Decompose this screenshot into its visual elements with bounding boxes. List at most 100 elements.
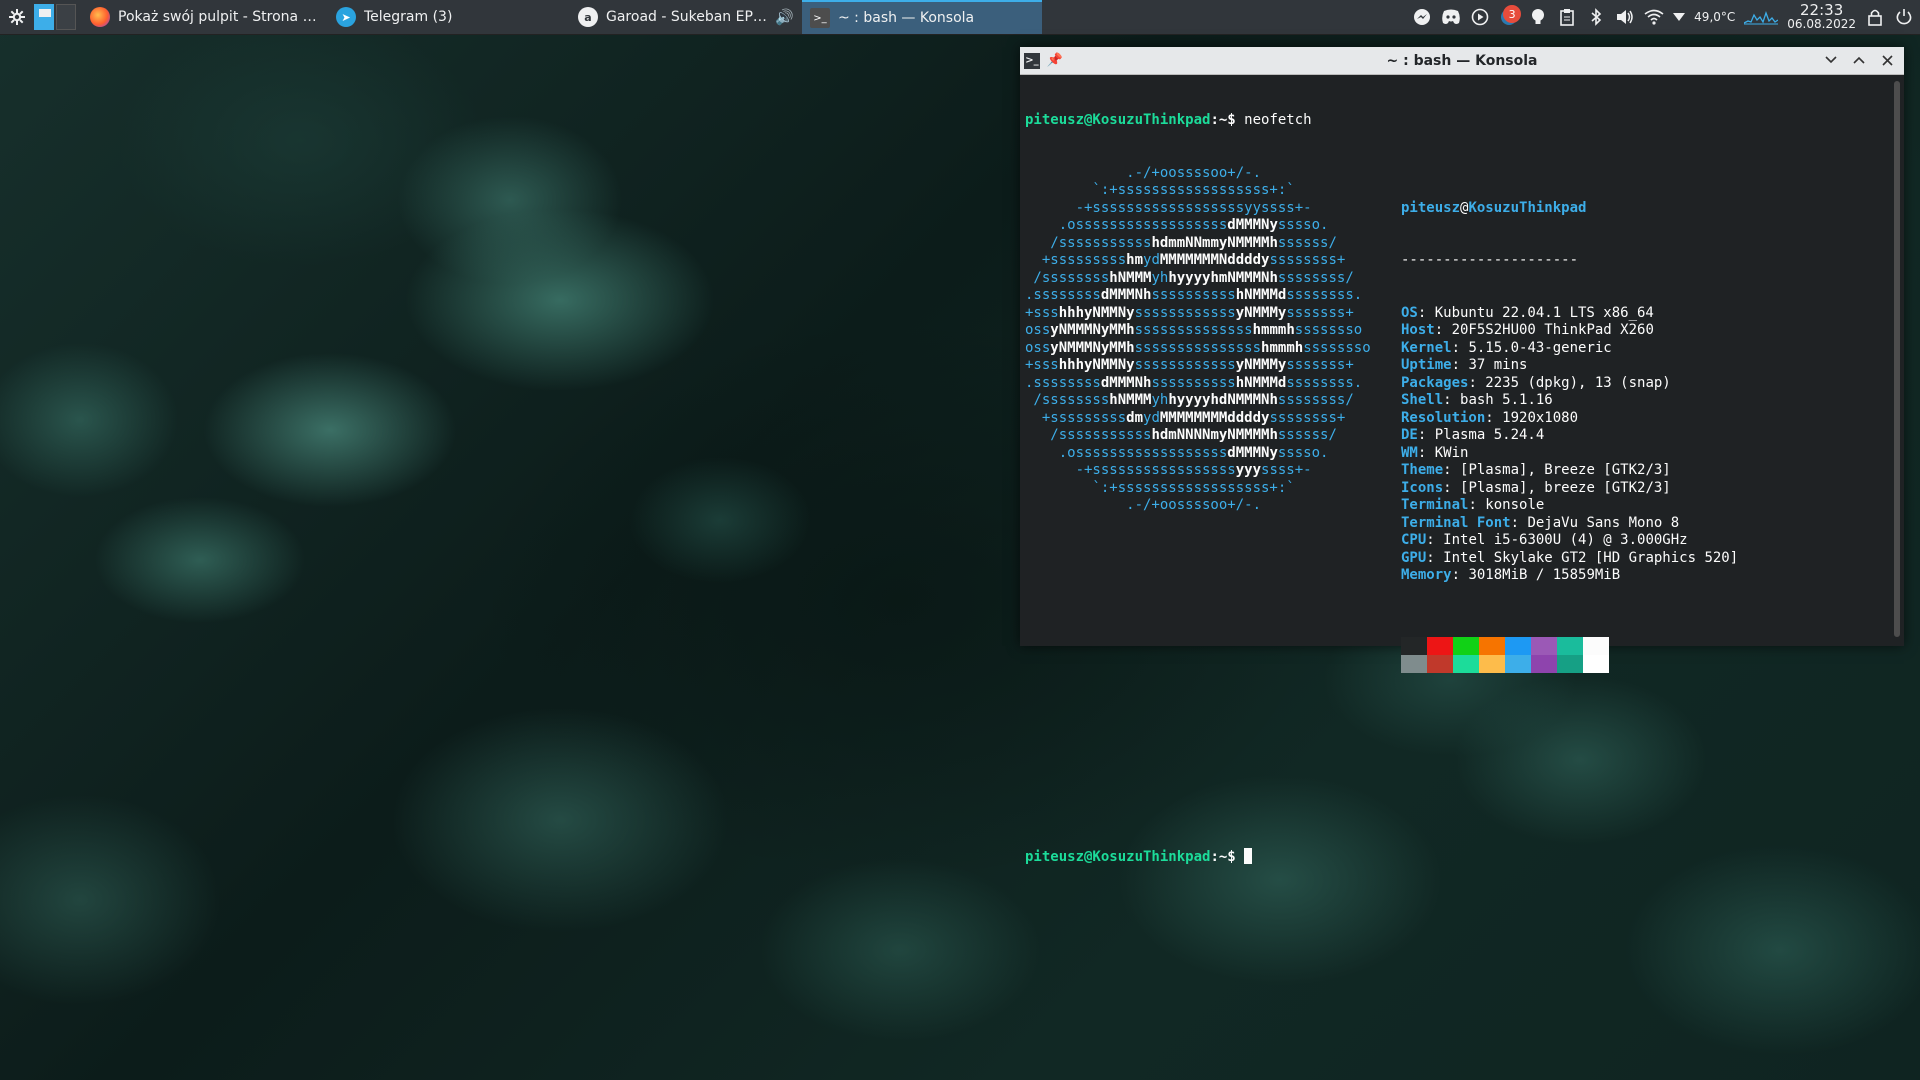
logo-segment: `:+ssssssssssssssssss+:` — [1025, 479, 1295, 496]
logo-segment: sssssss+ — [1286, 357, 1354, 373]
system-monitor-graph-icon[interactable] — [1744, 7, 1779, 27]
logo-segment: dMMMNh — [1100, 374, 1152, 391]
logo-line: .ssssssssdMMMNhsssssssssshNMMMdssssssss. — [1025, 375, 1401, 393]
cpu-temperature[interactable]: 49,0°C — [1694, 10, 1735, 24]
terminal-app-icon[interactable]: >_ — [1024, 52, 1040, 69]
power-icon[interactable] — [1894, 7, 1914, 27]
media-play-icon[interactable] — [1470, 7, 1490, 27]
logo-segment: dMMMNy — [1227, 444, 1278, 461]
logo-segment: `:+ssssssssssssssssss+:` — [1025, 182, 1295, 198]
logo-segment: dMMMNy — [1227, 217, 1278, 233]
task-konsole[interactable]: >_ ~ : bash — Konsola — [802, 0, 1042, 34]
info-key: Memory — [1401, 567, 1452, 583]
logo-segment: hNMMM — [1109, 269, 1152, 286]
expand-tray-icon[interactable] — [1673, 7, 1686, 27]
info-colon: : — [1426, 549, 1444, 566]
task-music-player[interactable]: a Garoad - Sukeban EP - E... 🔊 — [570, 0, 802, 34]
logo-segment: hNMMM — [1109, 392, 1152, 408]
volume-icon[interactable] — [1615, 7, 1635, 27]
system-tray: 3 49,0°C 22:33 06.08.2022 — [1412, 0, 1920, 34]
bluetooth-icon[interactable] — [1586, 7, 1606, 27]
discord-icon[interactable] — [1441, 7, 1461, 27]
color-swatch — [1531, 637, 1557, 655]
logo-segment: .ossssssssssssssssss — [1025, 444, 1228, 461]
logo-segment: hNMMMd — [1235, 287, 1287, 303]
logo-segment: dMMMNh — [1100, 287, 1152, 303]
messenger-icon[interactable] — [1412, 7, 1432, 27]
logo-line: ossyNMMMNyMMhsssssssssssssshmmmhssssssso — [1025, 322, 1401, 340]
logo-segment: /ssssssss — [1025, 269, 1110, 286]
logo-segment: ssssssssss — [1151, 287, 1236, 303]
scrollbar[interactable] — [1894, 81, 1900, 637]
color-swatch — [1583, 637, 1609, 655]
desktop-1[interactable] — [34, 4, 54, 30]
minimize-button[interactable] — [1822, 51, 1840, 69]
info-key: Icons — [1401, 479, 1444, 496]
prompt-path: :~$ — [1210, 112, 1236, 128]
command-line: piteusz@KosuzuThinkpad:~$ neofetch — [1025, 112, 1899, 130]
chevron-up-icon — [1853, 56, 1865, 64]
logo-line: +ssssssssshmydMMMMMMMNddddyssssssss+ — [1025, 252, 1401, 270]
taskbar: Pokaż swój pulpit - Strona 56... ➤ Teleg… — [0, 0, 1920, 35]
notification-app-icon[interactable]: 3 — [1499, 5, 1522, 27]
logo-segment: +sss — [1025, 357, 1059, 373]
info-key: Packages — [1401, 374, 1469, 391]
info-key: DE — [1401, 427, 1418, 443]
telegram-icon: ➤ — [336, 7, 356, 27]
logo-segment: .ossssssssssssssssss — [1025, 217, 1228, 233]
wifi-icon[interactable] — [1644, 7, 1664, 27]
clipboard-icon[interactable] — [1557, 7, 1577, 27]
maximize-button[interactable] — [1850, 51, 1868, 69]
info-key: Theme — [1401, 462, 1444, 478]
logo-segment: hmmmh — [1252, 322, 1295, 338]
info-key: Shell — [1401, 392, 1444, 408]
info-row: WM: KWin — [1401, 445, 1738, 463]
logo-segment: ssssss/ — [1277, 234, 1337, 251]
color-swatch — [1531, 655, 1557, 673]
logo-segment: hhhyNMMNy — [1058, 304, 1135, 321]
application-launcher-button[interactable] — [0, 0, 34, 34]
info-colon: : — [1426, 532, 1444, 548]
task-label: Pokaż swój pulpit - Strona 56... — [118, 9, 320, 25]
close-button[interactable] — [1878, 51, 1896, 69]
pin-icon[interactable]: 📌 — [1046, 52, 1064, 70]
logo-line: .-/+oossssoo+/-. — [1025, 497, 1401, 515]
color-swatch — [1453, 637, 1479, 655]
task-telegram[interactable]: ➤ Telegram (3) — [328, 0, 570, 34]
color-swatch — [1557, 655, 1583, 673]
logo-segment: hm — [1126, 252, 1144, 268]
notification-badge: 3 — [1503, 5, 1522, 23]
lightbulb-icon[interactable] — [1528, 7, 1548, 27]
logo-segment: -+ssssssssssssssssssyyssss+- — [1025, 199, 1312, 216]
text-cursor — [1244, 848, 1253, 864]
info-row: Shell: bash 5.1.16 — [1401, 392, 1738, 410]
logo-segment: ssssss/ — [1277, 427, 1337, 443]
color-swatch — [1427, 637, 1453, 655]
info-row: Terminal Font: DejaVu Sans Mono 8 — [1401, 515, 1738, 533]
logo-segment: ssssssssssss — [1134, 357, 1236, 373]
desktop-2[interactable] — [56, 4, 76, 30]
info-colon: : — [1510, 514, 1528, 531]
task-firefox[interactable]: Pokaż swój pulpit - Strona 56... — [82, 0, 328, 34]
info-colon: : — [1443, 479, 1461, 496]
logo-segment: /sssssssssss — [1025, 427, 1152, 443]
virtual-desktop-pager — [34, 4, 76, 30]
logo-segment: .-/+oossssoo+/-. — [1025, 164, 1262, 181]
task-label: Garoad - Sukeban EP - E... — [606, 9, 767, 25]
digital-clock[interactable]: 22:33 06.08.2022 — [1787, 3, 1856, 32]
info-colon: : — [1417, 427, 1435, 443]
prompt-line: piteusz@KosuzuThinkpad:~$ — [1025, 848, 1899, 867]
terminal-output[interactable]: piteusz@KosuzuThinkpad:~$ neofetch .-/+o… — [1020, 75, 1904, 865]
info-row: Kernel: 5.15.0-43-generic — [1401, 340, 1738, 358]
logo-segment: yh — [1151, 269, 1169, 286]
info-row: Uptime: 37 mins — [1401, 357, 1738, 375]
window-titlebar[interactable]: >_ 📌 ~ : bash — Konsola — [1020, 47, 1904, 75]
info-value: 2235 (dpkg), 13 (snap) — [1485, 374, 1671, 391]
lock-screen-icon[interactable] — [1865, 7, 1885, 27]
logo-segment: hhhyNMMNy — [1058, 357, 1135, 373]
speaker-icon[interactable]: 🔊 — [775, 8, 794, 26]
logo-segment: ssssssssssssss — [1134, 322, 1253, 338]
logo-line: ossyNMMMNyMMhssssssssssssssshmmmhsssssss… — [1025, 340, 1401, 358]
logo-segment: yNMMMy — [1235, 304, 1287, 321]
color-swatch — [1401, 637, 1427, 655]
